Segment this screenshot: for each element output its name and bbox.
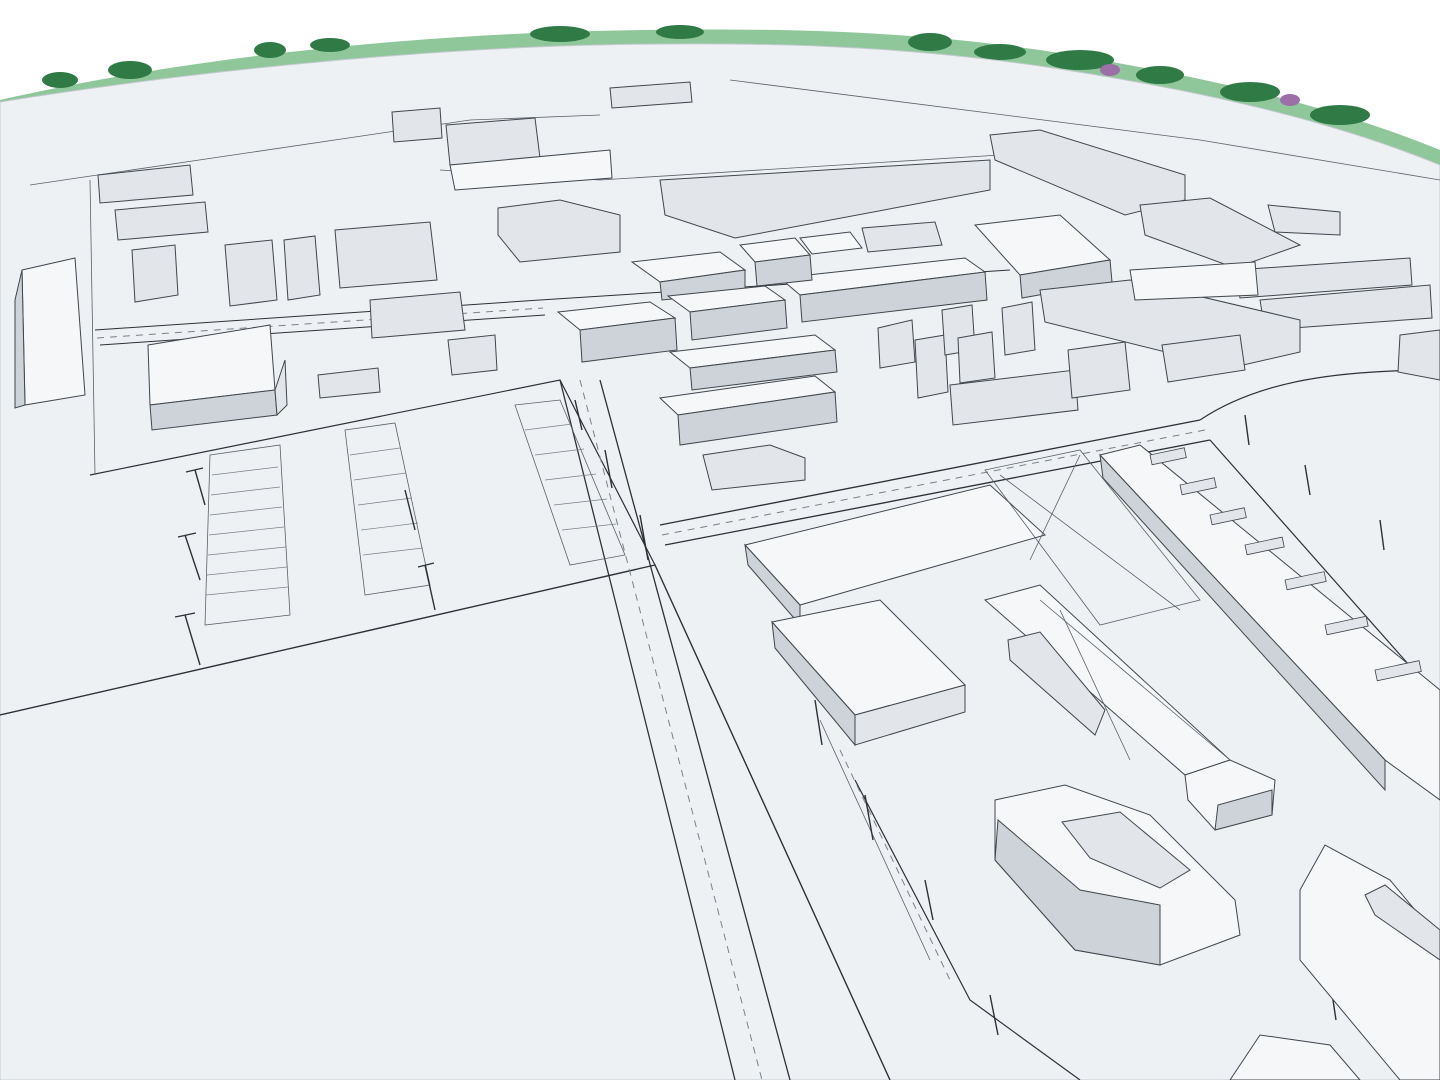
city-model-render bbox=[0, 0, 1440, 1080]
